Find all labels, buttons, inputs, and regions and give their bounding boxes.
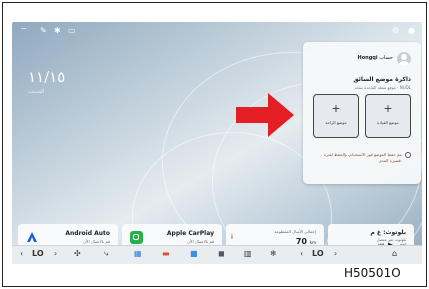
seat-icon[interactable]: ⤷ <box>104 249 108 259</box>
driving-position-slot[interactable]: + موضع القيادة <box>365 94 411 138</box>
android-auto-subtitle: قم بالاتصال الآن <box>83 239 110 244</box>
home-icon[interactable]: ⌂ <box>392 249 397 258</box>
account-label: Hongqi حساب <box>358 55 393 61</box>
rear-defrost-icon[interactable]: ▥ <box>244 249 252 258</box>
seat-memory-panel: Hongqi حساب ذاكرة موضع السائق موقع نقطة … <box>303 42 421 184</box>
left-temp-down[interactable]: ‹ <box>20 249 23 258</box>
plus-icon: + <box>331 102 341 115</box>
seat-memory-notice: يتم حفظ الموضع فور الاستخدام، والحفظ لفت… <box>315 152 411 164</box>
account-name: Hongqi <box>357 55 378 61</box>
apps-icon[interactable]: ▦ <box>134 249 142 258</box>
driving-position-label: موضع القيادة <box>377 120 399 125</box>
rest-position-label: موضع الراحة <box>325 120 347 125</box>
settings-icon[interactable]: ⚙ <box>392 26 399 35</box>
trip-distance-title: إجمالي الأميال المقطوعة <box>274 229 316 234</box>
seat-memory-subtitle: موقع نقطة القاعدة مقعد - NUDL <box>354 85 411 90</box>
climate-icon[interactable]: ■ <box>190 249 198 258</box>
wifi-icon: ⌔ <box>20 26 28 35</box>
bluetooth-icon: ✱ <box>54 26 61 35</box>
left-temperature[interactable]: LO <box>32 249 44 258</box>
android-auto-title: Android Auto <box>65 230 110 237</box>
left-temp-up[interactable]: › <box>54 249 57 258</box>
right-temp-up[interactable]: › <box>334 249 337 258</box>
plus-icon: + <box>383 102 393 115</box>
avatar[interactable] <box>397 52 411 66</box>
car-icon[interactable]: ▬ <box>162 249 170 258</box>
pointer-arrow-icon <box>236 93 294 137</box>
apple-carplay-subtitle: قم بالاتصال الآن <box>187 239 214 244</box>
fan-icon[interactable]: ✣ <box>74 249 81 258</box>
day-label: السبت <box>28 88 45 95</box>
android-auto-icon <box>27 232 37 242</box>
media-icon[interactable]: ◼ <box>218 249 225 258</box>
ac-icon[interactable]: ❄ <box>270 249 277 258</box>
info-icon <box>405 152 411 158</box>
date-display: ١١/١٥ <box>28 68 66 86</box>
seat-memory-title: ذاكرة موضع السائق <box>353 76 411 83</box>
info-icon: i <box>231 233 233 241</box>
carplay-icon <box>130 231 143 244</box>
apple-carplay-title: Apple CarPlay <box>166 230 214 237</box>
account-prefix: حساب <box>379 55 393 61</box>
right-temperature[interactable]: LO <box>312 249 324 258</box>
edit-icon: ✎ <box>40 26 47 35</box>
bluetooth-title: بلوتوث: غ م <box>370 229 406 236</box>
figure-code: H50501O <box>344 266 401 280</box>
bottom-control-bar: ‹ LO › ✣ ⤷ ▦ ▬ ■ ◼ ▥ ❄ ‹ LO › ⌂ <box>12 245 422 264</box>
camera-icon: ▭ <box>68 26 76 35</box>
status-bar: ⌔ ✎ ✱ ▭ ⚙ ● <box>12 22 422 40</box>
right-temp-down[interactable]: ‹ <box>300 249 303 258</box>
rest-position-slot[interactable]: + موضع الراحة <box>313 94 359 138</box>
infotainment-screen: ⌔ ✎ ✱ ▭ ⚙ ● ١١/١٥ السبت Hongqi حساب ذاكر… <box>12 22 422 264</box>
user-icon[interactable]: ● <box>408 26 415 35</box>
